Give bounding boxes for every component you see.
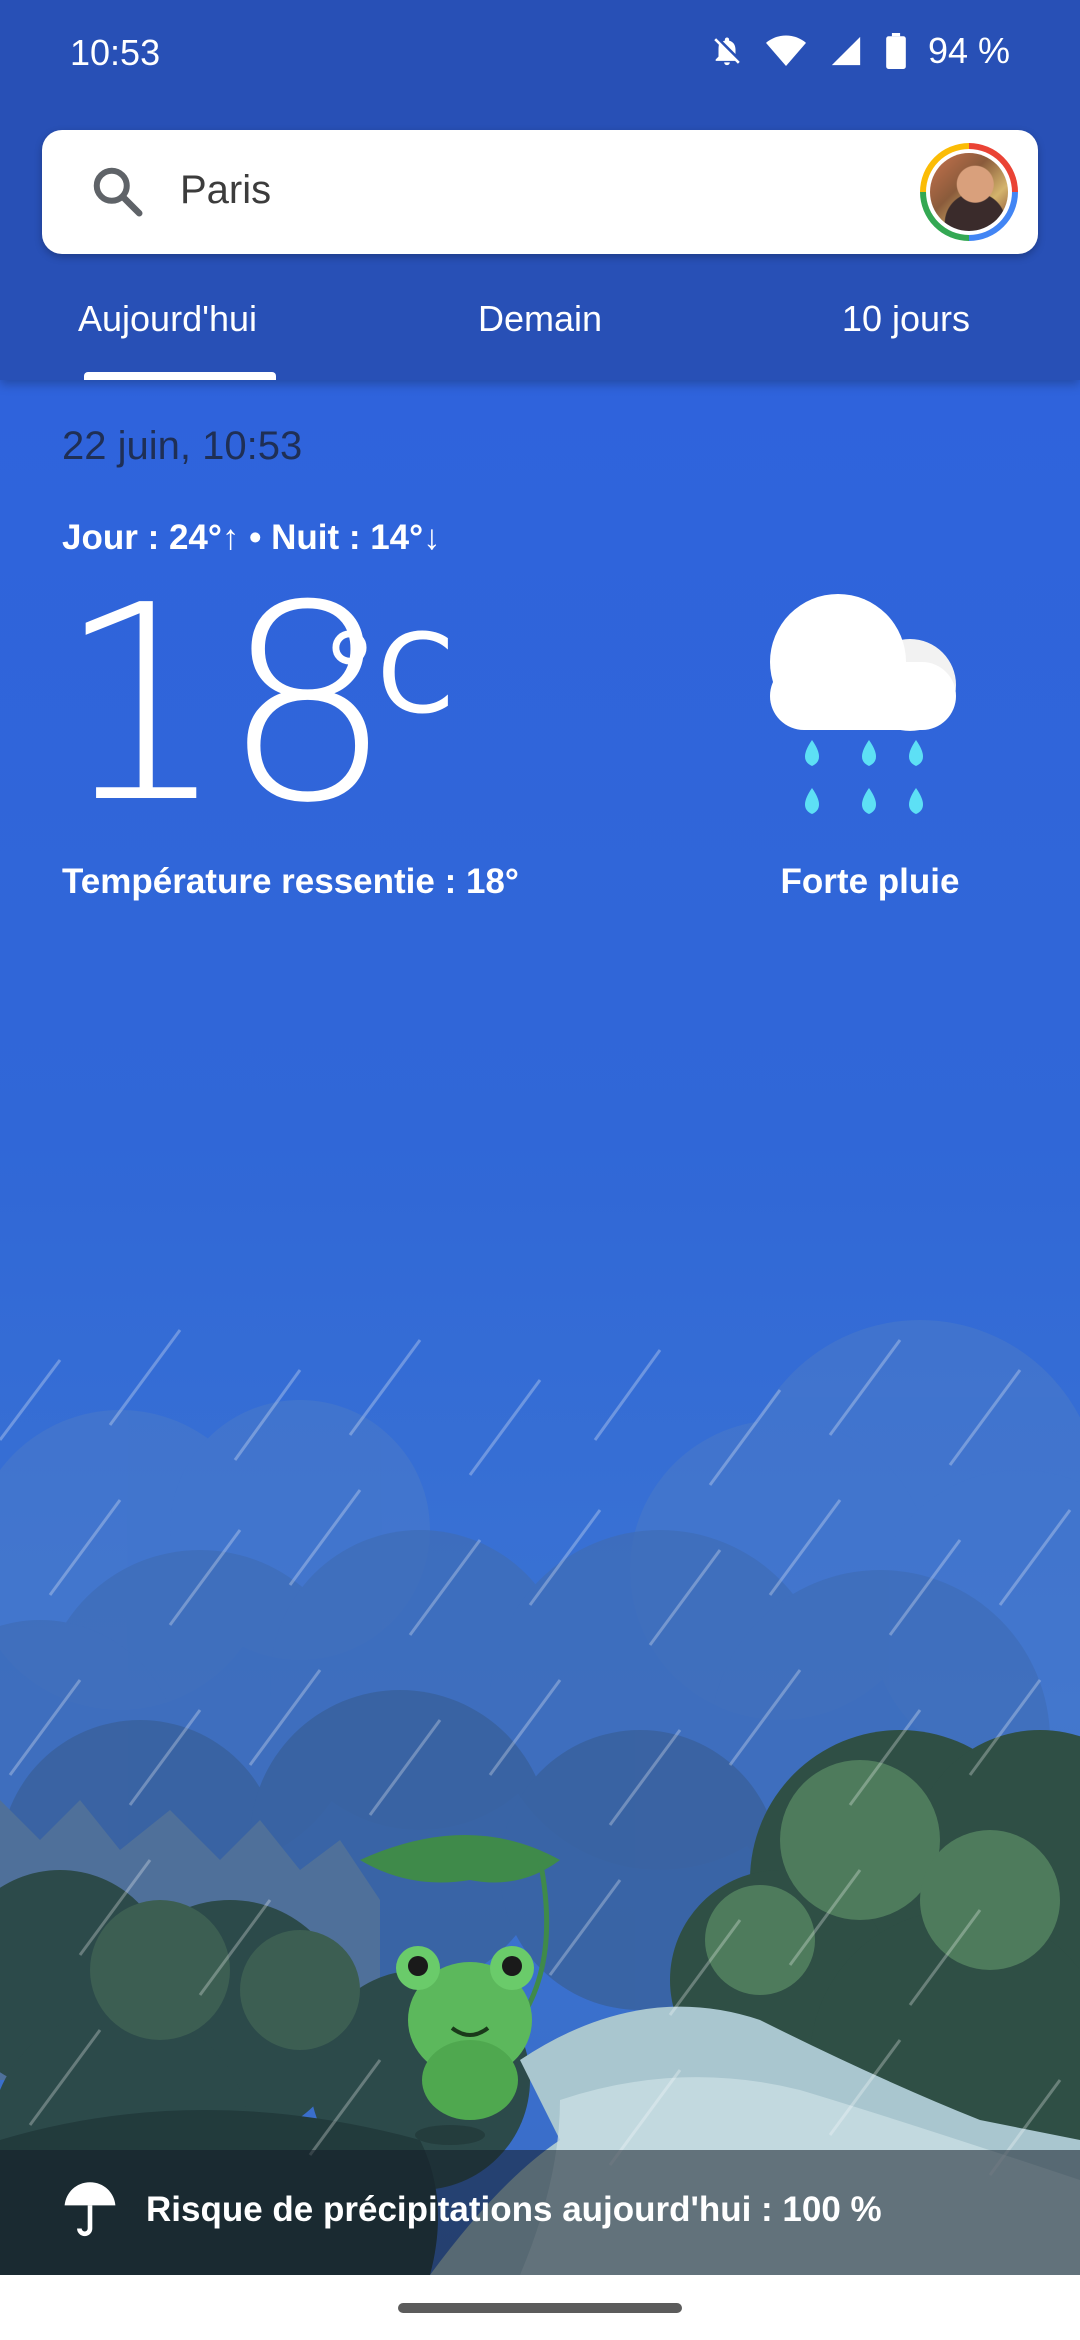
umbrella-icon [64,2182,116,2236]
navigation-bar [0,2275,1080,2340]
weather-condition: Forte pluie [780,862,960,901]
avatar-photo [930,153,1008,231]
battery-level: 94 % [927,30,1010,71]
app-header: 10:53 94 % Paris Aujourd'hui Demain 10 j… [0,0,1080,380]
date-time: 22 juin, 10:53 [62,424,303,468]
status-time: 10:53 [70,32,161,73]
signal-icon [831,36,861,66]
search-input[interactable]: Paris [180,168,271,213]
status-bar: 10:53 94 % [0,0,1080,110]
temperature-unit: °C [322,610,454,738]
tab-bar: Aujourd'hui Demain 10 jours [0,280,1080,380]
bell-off-icon [714,37,740,66]
heavy-rain-icon [770,594,956,814]
precipitation-bar: Risque de précipitations aujourd'hui : 1… [0,2150,1080,2275]
tab-10-days[interactable]: 10 jours [842,298,970,340]
status-icons: 94 % [710,30,1010,72]
home-gesture-handle[interactable] [398,2303,682,2313]
search-icon[interactable] [88,162,148,222]
tab-indicator [84,372,276,380]
search-bar[interactable]: Paris [42,130,1038,254]
feels-like: Température ressentie : 18° [62,862,519,901]
battery-icon [886,33,906,69]
precipitation-chance: Risque de précipitations aujourd'hui : 1… [146,2190,882,2229]
wifi-icon [765,35,806,66]
profile-avatar[interactable] [920,143,1018,241]
